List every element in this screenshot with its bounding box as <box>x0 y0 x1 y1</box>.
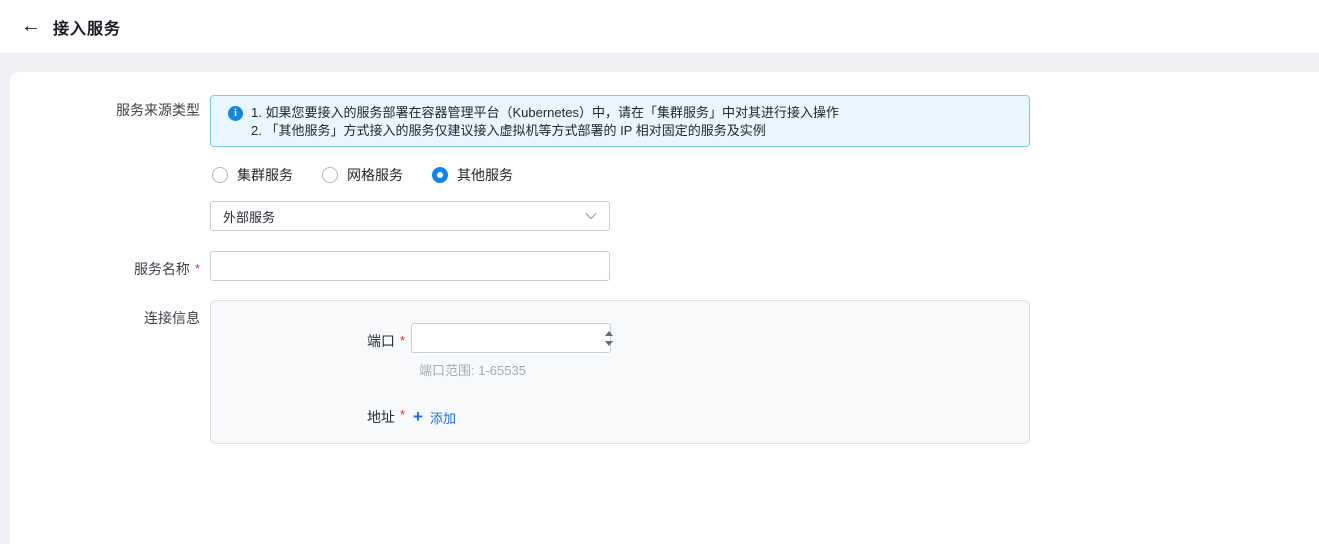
port-input[interactable] <box>412 325 604 351</box>
spinner-up-button[interactable] <box>604 330 614 336</box>
form-row-connection: 连接信息 端口 * 端口范围: 1-6 <box>10 300 1319 444</box>
radio-button[interactable] <box>432 167 448 183</box>
service-name-input[interactable] <box>210 251 610 281</box>
form-row-source-type: 服务来源类型 i 1. 如果您要接入的服务部署在容器管理平台（Kubernete… <box>10 95 1319 231</box>
radio-option[interactable]: 其他服务 <box>432 165 513 185</box>
source-type-select[interactable]: 外部服务 <box>210 201 610 231</box>
chevron-down-icon <box>585 212 597 220</box>
radio-label: 网格服务 <box>347 165 403 185</box>
radio-button[interactable] <box>322 167 338 183</box>
connection-card: 端口 * 端口范围: 1-65535 地址 * <box>210 300 1030 444</box>
source-type-radio-group: 集群服务 网格服务 其他服务 <box>210 165 1030 185</box>
address-label-text: 地址 <box>367 407 395 427</box>
port-label: 端口 * <box>211 323 405 353</box>
page-header: ← 接入服务 <box>0 0 1319 53</box>
radio-option[interactable]: 网格服务 <box>322 165 403 185</box>
port-label-text: 端口 <box>367 331 395 353</box>
back-arrow-icon[interactable]: ← <box>16 12 46 42</box>
source-type-content: i 1. 如果您要接入的服务部署在容器管理平台（Kubernetes）中，请在「… <box>210 95 1030 231</box>
add-button-label: 添加 <box>430 408 456 427</box>
required-asterisk: * <box>400 331 405 353</box>
port-input-wrap <box>411 323 611 353</box>
add-address-button[interactable]: + 添加 <box>413 408 456 427</box>
connection-label-text: 连接信息 <box>144 308 200 444</box>
content-panel: 服务来源类型 i 1. 如果您要接入的服务部署在容器管理平台（Kubernete… <box>10 72 1319 544</box>
source-type-label-text: 服务来源类型 <box>116 100 200 231</box>
info-text: 1. 如果您要接入的服务部署在容器管理平台（Kubernetes）中，请在「集群… <box>251 104 839 138</box>
required-asterisk: * <box>400 407 405 427</box>
address-row: 地址 * + 添加 <box>211 407 1029 427</box>
service-name-content <box>210 251 610 281</box>
info-line-2: 2. 「其他服务」方式接入的服务仅建议接入虚拟机等方式部署的 IP 相对固定的服… <box>251 122 839 140</box>
connection-label: 连接信息 <box>10 300 200 444</box>
radio-button[interactable] <box>212 167 228 183</box>
service-name-label-text: 服务名称 <box>134 259 190 281</box>
radio-option[interactable]: 集群服务 <box>212 165 293 185</box>
plus-icon: + <box>413 409 423 425</box>
info-icon: i <box>228 106 243 121</box>
form-row-service-name: 服务名称 * <box>10 251 1319 281</box>
address-label: 地址 * <box>211 407 405 427</box>
port-spinner <box>604 324 614 352</box>
arrow-up-icon <box>605 331 613 336</box>
port-row: 端口 * <box>211 323 1029 353</box>
arrow-down-icon <box>605 341 613 346</box>
select-value: 外部服务 <box>223 207 275 226</box>
info-line-1: 1. 如果您要接入的服务部署在容器管理平台（Kubernetes）中，请在「集群… <box>251 104 839 122</box>
required-asterisk: * <box>195 259 200 281</box>
port-range-hint: 端口范围: 1-65535 <box>419 360 1029 379</box>
page-title: 接入服务 <box>53 15 121 39</box>
info-box: i 1. 如果您要接入的服务部署在容器管理平台（Kubernetes）中，请在「… <box>210 95 1030 147</box>
source-type-label: 服务来源类型 <box>10 95 200 231</box>
service-name-label: 服务名称 * <box>10 251 200 281</box>
radio-label: 其他服务 <box>457 165 513 185</box>
radio-label: 集群服务 <box>237 165 293 185</box>
connection-content: 端口 * 端口范围: 1-65535 地址 * <box>210 300 1030 444</box>
spinner-down-button[interactable] <box>604 340 614 346</box>
